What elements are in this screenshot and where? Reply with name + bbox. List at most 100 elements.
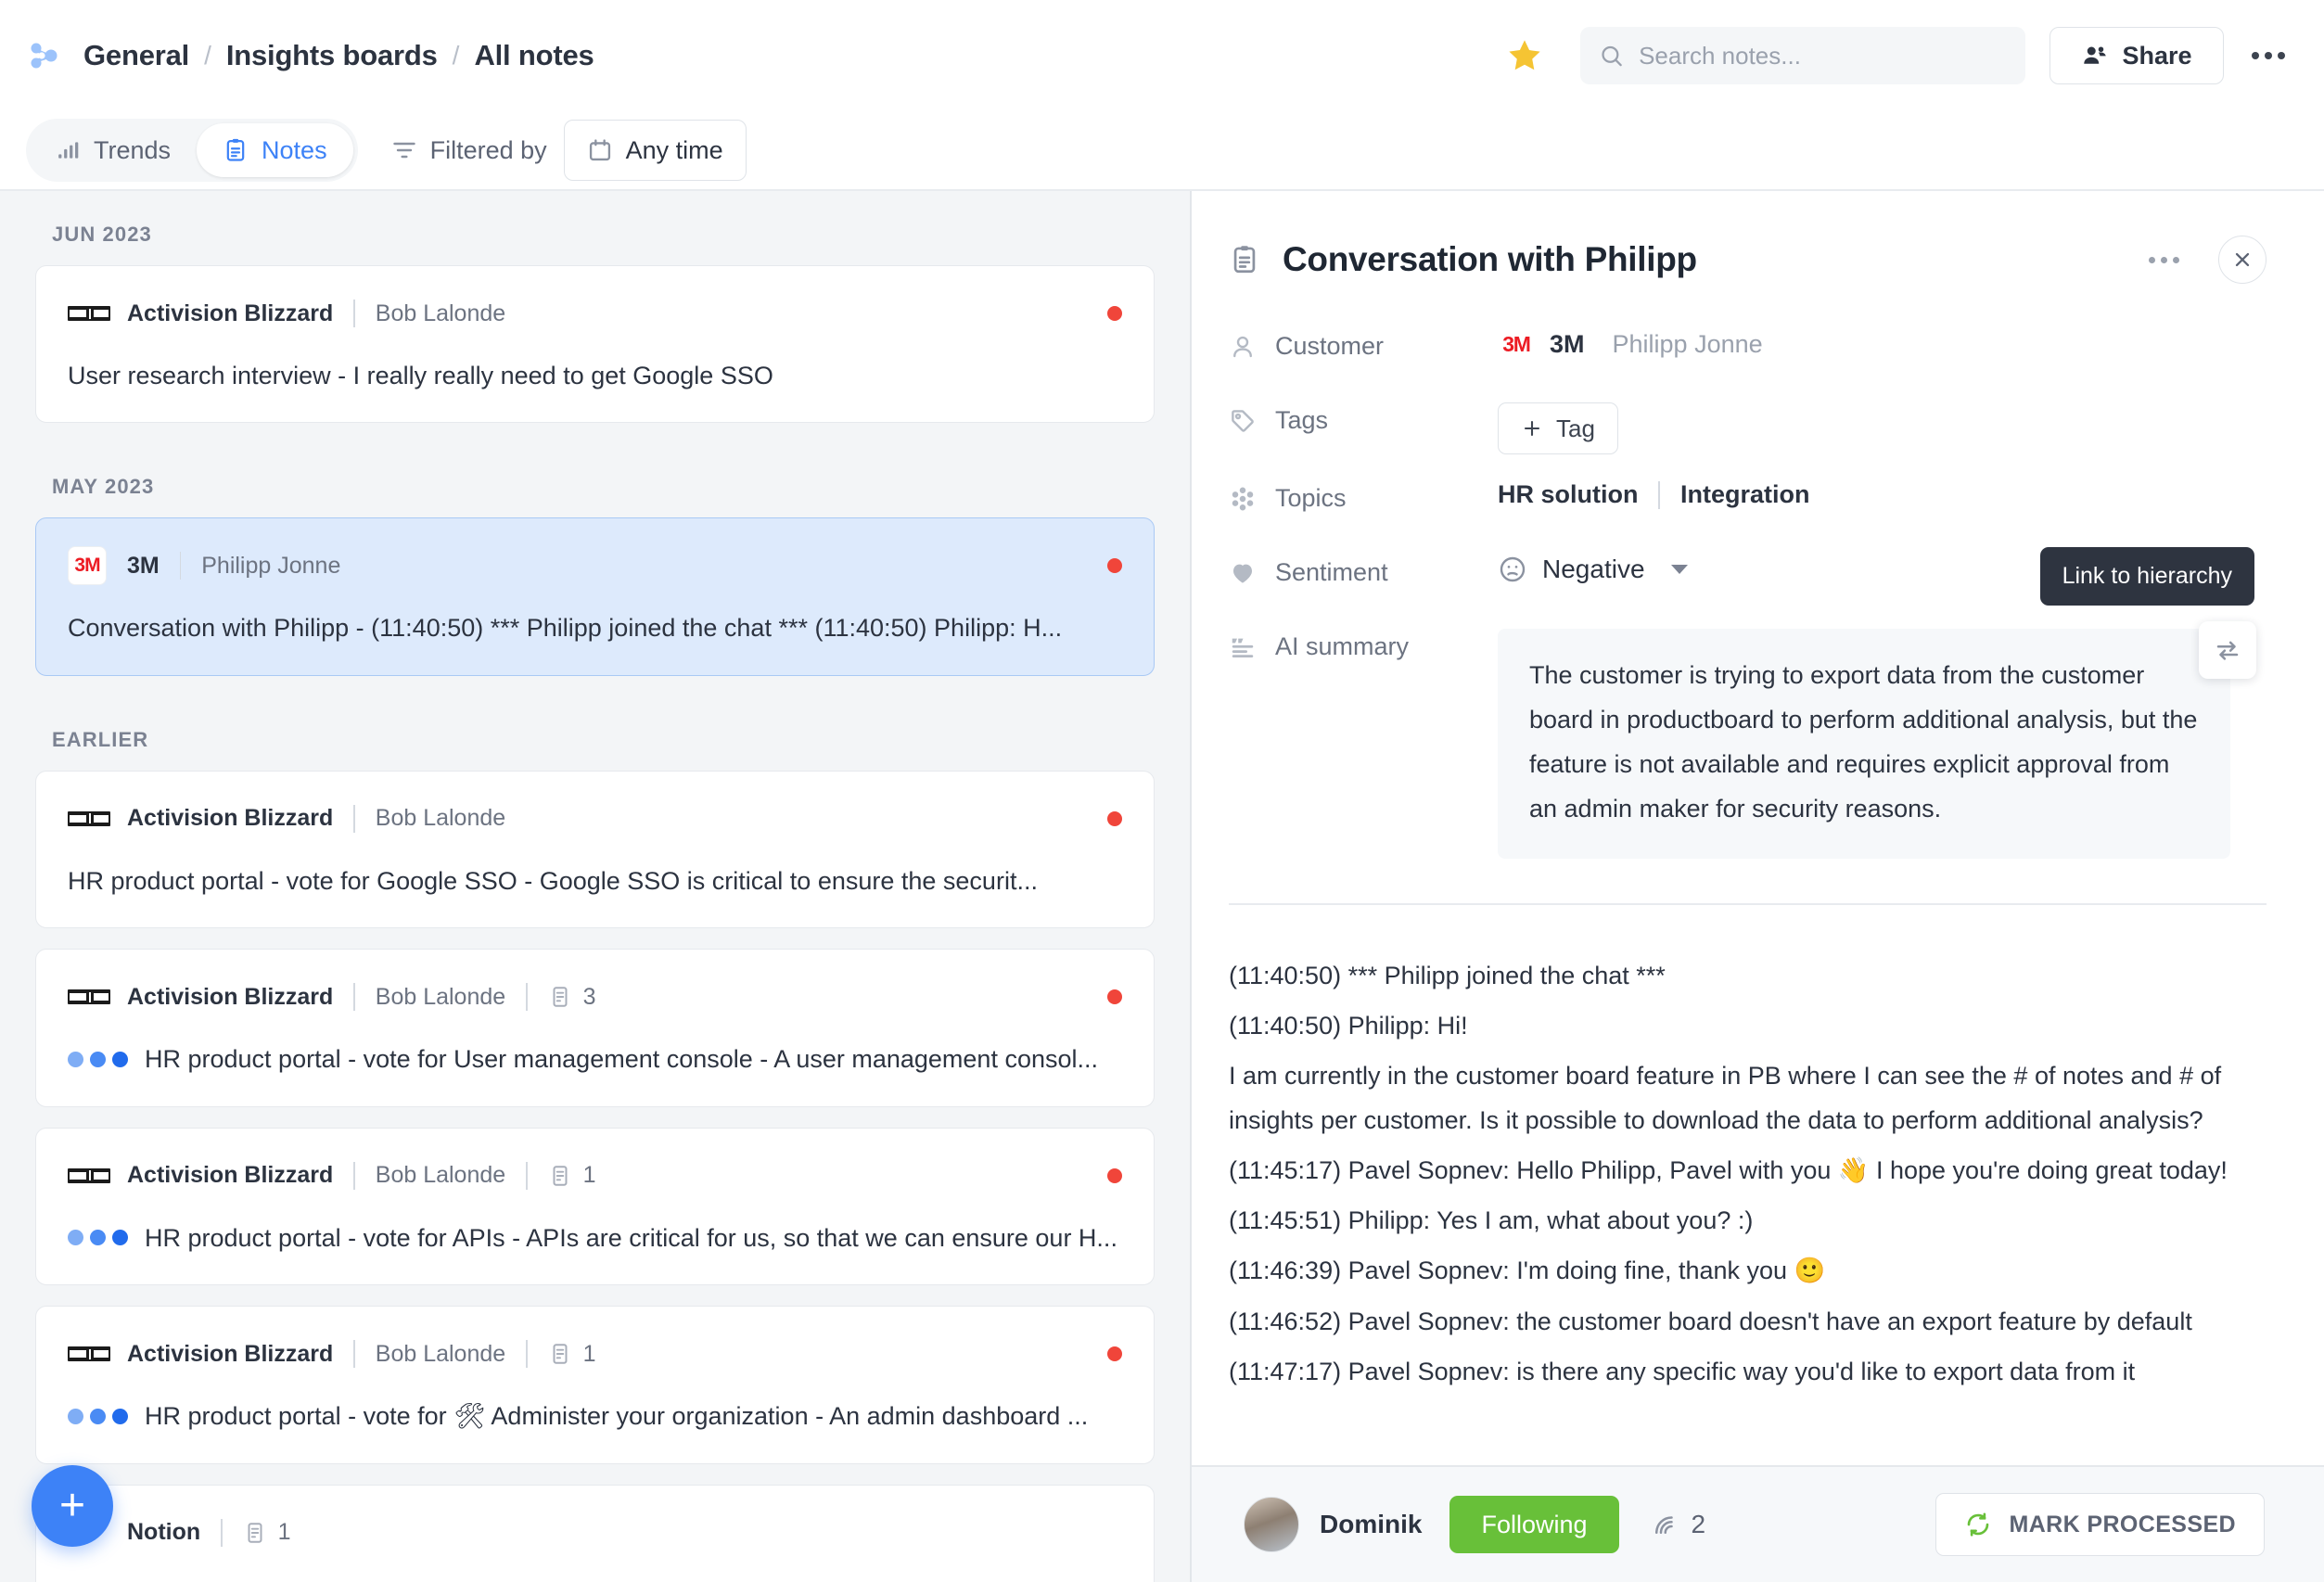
breadcrumb-separator: / [204,41,211,70]
note-card-header: Activision Blizzard Bob Lalonde 1 [68,1334,1122,1373]
metadata-row-topics: Topics HR solution Integration [1229,480,2267,529]
filtered-by-button[interactable]: Filtered by [391,136,547,165]
note-detail-scroll[interactable]: Conversation with Philipp Customer 3M 3M… [1192,191,2324,1465]
note-card-body: HR product portal - vote for User manage… [68,1042,1122,1076]
note-company-name: Activision Blizzard [127,1340,334,1367]
date-range-label: Any time [625,135,723,164]
tab-trends-label: Trends [94,135,172,164]
topic-hr-solution[interactable]: HR solution [1498,480,1638,509]
tags-value: Tag [1498,402,2267,454]
insight-count-value: 3 [582,983,596,1010]
note-icon [1233,246,1256,274]
search-input[interactable] [1639,27,2007,84]
detail-footer: Dominik Following 2 MARK PROCESSED [1192,1465,2324,1582]
ai-summary-label-group: AI summary [1229,629,1498,661]
tab-notes-label: Notes [262,135,327,164]
note-snippet: HR product portal - vote for Google SSO … [68,866,1038,895]
note-card-header: Notion 1 [68,1513,1122,1552]
activision-blizzard-logo-icon [68,989,110,1005]
note-card[interactable]: Activision Blizzard Bob Lalonde 1 HR produc… [35,1306,1155,1464]
note-metadata: Customer 3M 3M Philipp Jonne Tags Tag To… [1229,328,2267,860]
asterisk-icon [1232,487,1254,510]
breadcrumb-item-all-notes[interactable]: All notes [474,39,594,72]
metadata-row-tags: Tags Tag [1229,402,2267,454]
insight-count-value: 1 [277,1519,291,1546]
note-card[interactable]: Activision Blizzard Bob Lalonde HR product… [35,770,1155,929]
note-card[interactable]: Notion 1 Salesforce - Notion - Net New 202… [35,1484,1155,1582]
topics-value: HR solution Integration [1498,480,2267,509]
person-icon [1233,336,1252,357]
divider [353,804,355,833]
tab-trends[interactable]: Trends [31,123,197,177]
sentiment-dropdown[interactable]: Negative [1498,555,1688,584]
share-button[interactable]: Share [2049,27,2224,84]
note-snippet: User research interview - I really reall… [68,362,773,389]
note-snippet: HR product portal - vote for User manage… [145,1045,1099,1074]
add-note-button[interactable]: + [32,1465,113,1547]
quote-list-icon [1232,638,1254,657]
customer-value[interactable]: 3M 3M Philipp Jonne [1498,328,2267,360]
note-list-panel[interactable]: JUN 2023 Activision Blizzard Bob Lalonde Us… [0,191,1192,1582]
dot [2149,256,2155,263]
filter-icon [392,142,415,159]
unprocessed-indicator [1107,1167,1122,1183]
detail-more-icon[interactable] [2149,256,2179,263]
note-group-label: JUN 2023 [52,223,152,246]
note-card-body: HR product portal - vote for APIs - APIs… [68,1221,1122,1255]
follower-count-group[interactable]: 2 [1651,1510,1706,1539]
top-bar: General / Insights boards / All notes Se… [0,0,2324,111]
note-card[interactable]: Activision Blizzard Bob Lalonde 1 HR produc… [35,1127,1155,1286]
ai-summary-label: AI summary [1275,632,1410,660]
unprocessed-indicator [1107,558,1122,574]
productboard-logo-icon[interactable] [26,37,63,74]
bar-chart-icon [58,142,79,159]
ai-summary-text: The customer is trying to export data fr… [1529,661,2198,823]
rss-icon [1654,1516,1673,1534]
page-title: Conversation with Philipp [1283,240,1697,278]
insight-icon [553,987,568,1008]
customer-person[interactable]: Philipp Jonne [1613,330,1763,359]
note-company-logo [68,799,110,838]
insight-count: 3 [548,984,596,1011]
note-card-body: Salesforce - Notion - Net New 2021 [68,1578,1122,1582]
add-tag-button[interactable]: Tag [1498,402,1618,454]
note-company-logo [68,1334,110,1373]
breadcrumb-item-insights-boards[interactable]: Insights boards [226,39,438,72]
follower-count: 2 [1691,1510,1706,1538]
customer-company[interactable]: 3M [1550,330,1585,359]
ai-summary-box: The customer is trying to export data fr… [1498,547,2256,860]
mark-processed-button[interactable]: MARK PROCESSED [1935,1493,2265,1556]
link-to-hierarchy-button[interactable] [2199,621,2256,679]
refresh-icon [1968,1512,1989,1537]
note-card[interactable]: Activision Blizzard Bob Lalonde User resea… [35,265,1155,424]
insight-count-value: 1 [582,1162,596,1189]
share-label: Share [2122,41,2192,70]
note-snippet: Salesforce - Notion - Net New 2021 [68,1578,462,1582]
filtered-by-label: Filtered by [429,135,547,164]
breadcrumb-item-general[interactable]: General [83,39,189,72]
note-company-name: Notion [127,1519,201,1546]
note-card[interactable]: Activision Blizzard Bob Lalonde 3 HR produc… [35,949,1155,1107]
divider [353,1161,355,1190]
topic-integration[interactable]: Integration [1680,480,1810,509]
search-box[interactable] [1580,27,2025,84]
close-icon[interactable] [2218,236,2267,284]
more-horizontal-icon[interactable] [2246,33,2291,78]
swap-arrows-icon [2216,641,2239,660]
mark-processed-label: MARK PROCESSED [2009,1511,2236,1537]
main-body: JUN 2023 Activision Blizzard Bob Lalonde Us… [0,191,2324,1582]
note-company-logo [68,977,110,1016]
dot [2161,256,2167,263]
note-company-name: Activision Blizzard [127,1162,334,1189]
frowning-face-icon [1500,556,1526,582]
add-tag-label: Tag [1556,414,1595,442]
divider [353,983,355,1012]
star-icon[interactable] [1500,32,1549,80]
date-range-button[interactable]: Any time [563,120,747,181]
note-author: Bob Lalonde [375,300,506,326]
note-card-body: HR product portal - vote for 🛠 Administe… [68,1399,1122,1433]
tab-notes[interactable]: Notes [197,123,353,177]
note-card[interactable]: 3M 3M Philipp Jonne Conversation with Phili… [35,517,1155,676]
following-button[interactable]: Following [1449,1496,1619,1553]
avatar[interactable] [1244,1497,1299,1552]
